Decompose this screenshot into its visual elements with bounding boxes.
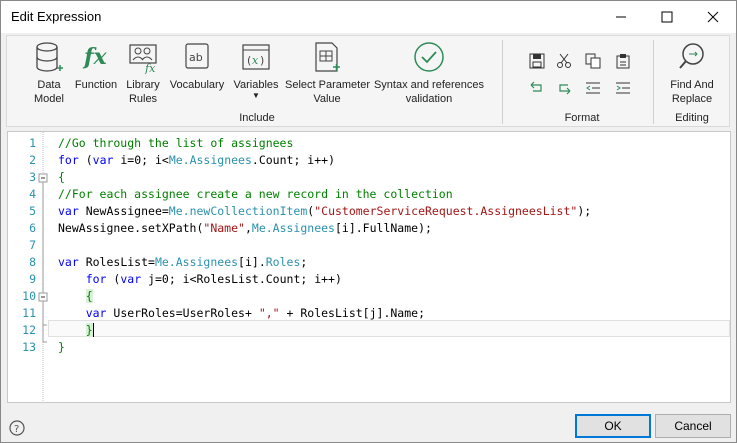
code-line: var UserRoles=UserRoles+ "," + RolesList… [85,306,425,320]
paste-icon[interactable] [615,53,631,69]
function-label: Function [74,79,118,91]
line-number-gutter: 1 2 3 4 5 6 7 8 9 10 11 12 13 [8,132,38,402]
magnifier-icon [679,43,704,69]
data-model-label: Data Model [34,79,64,105]
find-replace-button[interactable]: Find And Replace [657,40,727,106]
svg-text:fx: fx [144,62,156,74]
line-number: 8 [29,255,36,269]
variables-icon: ( x ) [242,44,270,70]
line-number: 13 [22,340,36,354]
vocabulary-button[interactable]: ab Vocabulary [167,40,227,92]
code-line: for (var j=0; i<RolesList.Count; i++) [85,272,342,286]
outdent-icon[interactable] [585,80,601,96]
minimize-button[interactable] [598,1,644,32]
cancel-button[interactable]: Cancel [655,414,731,438]
maximize-icon [661,11,673,22]
svg-text:(: ( [247,54,251,67]
select-parameter-value-button[interactable]: Select Parameter Value [285,40,370,106]
cut-icon[interactable] [556,53,572,69]
editing-group-label: Editing [675,112,709,124]
redo-icon[interactable] [556,80,572,96]
close-icon [707,11,719,22]
code-line: } [85,323,94,337]
line-number: 9 [29,272,36,286]
separator [653,40,654,124]
syntax-validation-label: Syntax and references validation [373,79,485,105]
code-editor[interactable]: 1 2 3 4 5 6 7 8 9 10 11 12 13 //Go throu… [7,131,731,403]
fx-icon: fx [82,44,107,70]
variables-button[interactable]: ( x ) Variables ▼ [230,40,282,100]
code-line: NewAssignee.setXPath("Name",Me.Assignees… [58,221,432,235]
line-number: 7 [29,238,36,252]
save-icon[interactable] [529,53,545,69]
edit-expression-dialog: Edit Expression Data Model fx Function f… [0,0,737,443]
checkmark-circle-icon [414,42,444,72]
code-line: { [85,289,93,303]
parameter-icon [315,42,340,72]
svg-text:?: ? [14,424,19,435]
library-rules-icon: fx [129,44,157,74]
code-line: //Go through the list of assignees [58,136,294,150]
data-model-button[interactable]: Data Model [29,40,69,106]
svg-text:fx: fx [82,44,107,70]
line-number: 3 [29,170,36,184]
window-title: Edit Expression [11,9,102,24]
code-line: var NewAssignee=Me.newCollectionItem("Cu… [58,204,592,218]
code-line: { [58,170,65,184]
chevron-down-icon: ▼ [252,91,260,100]
svg-text:): ) [260,54,264,67]
format-group-label: Format [564,112,600,124]
line-number: 12 [22,323,36,337]
separator [502,40,503,124]
svg-text:ab: ab [189,51,203,64]
code-line: var RolesList=Me.Assignees[i].Roles; [58,255,308,269]
vocabulary-icon: ab [185,43,209,69]
line-number: 11 [22,306,36,320]
vocabulary-label: Vocabulary [169,79,225,91]
code-line: //For each assignee create a new record … [58,187,453,201]
variables-label: Variables [233,79,279,91]
line-number: 1 [29,136,36,150]
find-replace-label: Find And Replace [670,79,714,105]
ribbon: Data Model fx Function fx Library Rules … [6,35,730,127]
maximize-button[interactable] [644,1,690,32]
help-icon[interactable]: ? [9,420,25,436]
copy-icon[interactable] [585,53,601,69]
minimize-icon [616,16,626,17]
select-parameter-value-label: Select Parameter Value [285,79,370,105]
function-button[interactable]: fx Function [73,40,119,92]
code-line: for (var i=0; i<Me.Assignees.Count; i++) [58,153,335,167]
fold-markers [38,132,48,402]
database-icon [36,42,63,72]
indent-icon[interactable] [615,80,631,96]
line-number: 10 [22,289,36,303]
library-rules-button[interactable]: fx Library Rules [123,40,163,106]
library-rules-label: Library Rules [126,79,160,105]
close-button[interactable] [690,1,736,32]
svg-text:x: x [252,54,259,67]
code-line: } [58,340,65,354]
include-group-label: Include [239,112,275,124]
line-number: 5 [29,204,36,218]
undo-icon[interactable] [529,80,545,96]
line-number: 4 [29,187,36,201]
title-bar: Edit Expression [1,1,736,33]
syntax-validation-button[interactable]: Syntax and references validation [373,40,485,106]
ok-button[interactable]: OK [575,414,651,438]
line-number: 2 [29,153,36,167]
code-content[interactable]: //Go through the list of assignees for (… [58,135,591,356]
line-number: 6 [29,221,36,235]
